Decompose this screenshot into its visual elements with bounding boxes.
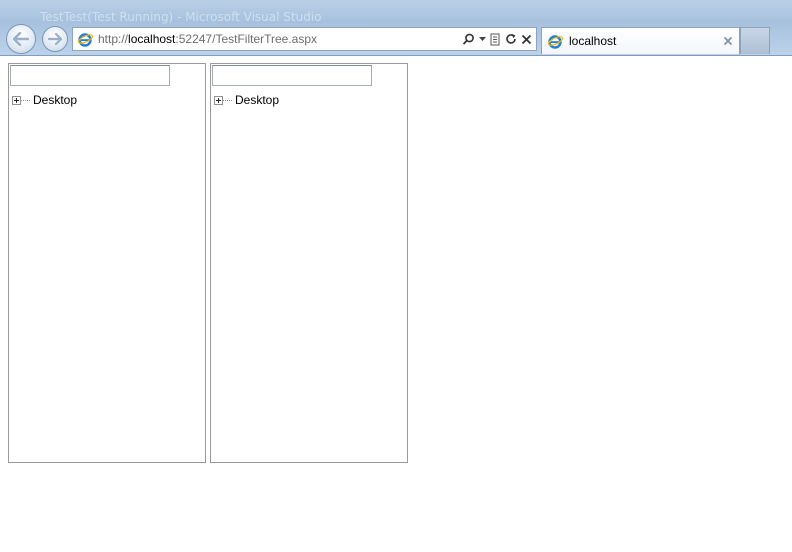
address-tools: [462, 33, 536, 46]
tree-node-label[interactable]: Desktop: [235, 93, 279, 107]
url-text[interactable]: http://localhost:52247/TestFilterTree.as…: [98, 32, 317, 46]
compat-view-icon[interactable]: [490, 33, 501, 46]
expand-plus-icon[interactable]: [214, 95, 223, 105]
tree-node-label[interactable]: Desktop: [33, 93, 77, 107]
stop-icon[interactable]: [521, 34, 532, 45]
filter-tree-panel-left: Desktop: [8, 63, 206, 463]
ie-logo-icon: [77, 33, 93, 47]
back-arrow-icon: [13, 32, 29, 46]
tab-localhost[interactable]: localhost: [541, 27, 740, 54]
address-bar[interactable]: http://localhost:52247/TestFilterTree.as…: [72, 27, 537, 51]
tree-node-desktop[interactable]: Desktop: [214, 92, 279, 108]
filter-input-left[interactable]: [10, 65, 170, 86]
search-icon[interactable]: [462, 33, 475, 46]
refresh-icon[interactable]: [505, 33, 517, 45]
forward-button[interactable]: [42, 26, 68, 52]
browser-chrome: TestTest(Test Running) - Microsoft Visua…: [0, 0, 792, 56]
close-icon[interactable]: [723, 36, 733, 46]
back-button[interactable]: [6, 24, 36, 54]
ie-logo-icon: [547, 35, 563, 49]
window-title: TestTest(Test Running) - Microsoft Visua…: [40, 10, 322, 24]
filter-input-right[interactable]: [212, 65, 372, 86]
forward-arrow-icon: [48, 33, 62, 45]
tree-node-desktop[interactable]: Desktop: [12, 92, 77, 108]
filter-tree-panel-right: Desktop: [210, 63, 408, 463]
url-scheme: http://: [98, 32, 129, 46]
url-path: :52247/TestFilterTree.aspx: [175, 32, 318, 46]
tree-connector: [21, 99, 30, 101]
expand-plus-icon[interactable]: [12, 95, 21, 105]
new-tab-button[interactable]: [740, 27, 770, 54]
url-host: localhost: [128, 32, 176, 46]
tab-label: localhost: [569, 34, 617, 48]
dropdown-icon[interactable]: [479, 36, 486, 42]
tree-connector: [223, 99, 232, 101]
